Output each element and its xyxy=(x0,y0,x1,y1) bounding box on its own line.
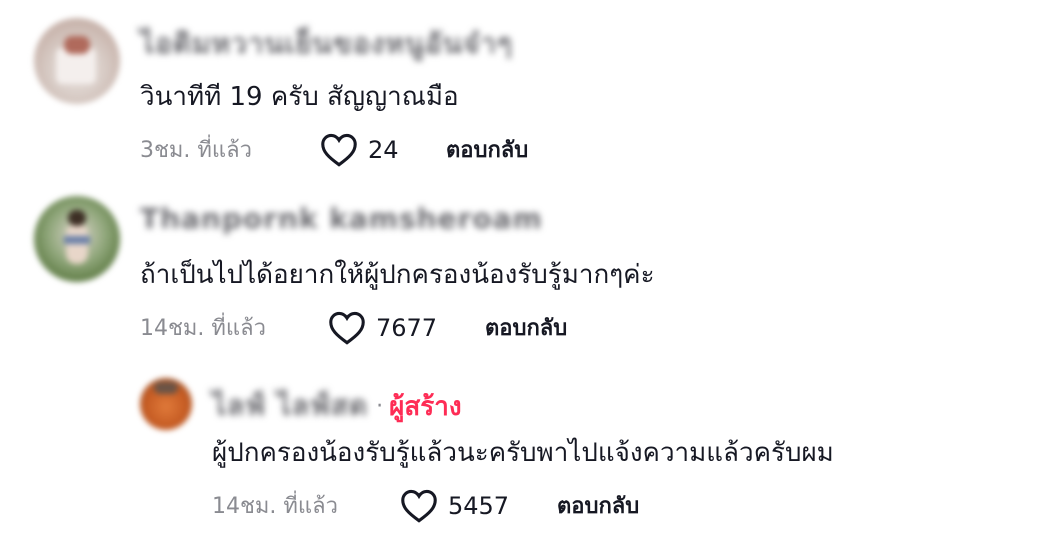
separator-dot: · xyxy=(376,393,384,419)
comment-text: ถ้าเป็นไปได้อยากให้ผู้ปกครองน้องรับรู้มา… xyxy=(140,260,655,290)
reply-button[interactable]: ตอบกลับ xyxy=(557,488,639,523)
username[interactable]: ไอติมหวานเย็นของหนูอันจ๋าๆ xyxy=(140,22,513,66)
comment-text: วินาทีที 19 ครับ สัญญาณมือ xyxy=(140,82,459,112)
reply-button[interactable]: ตอบกลับ xyxy=(446,132,528,167)
reply-time: 14ชม. ที่แล้ว xyxy=(212,494,338,519)
avatar[interactable] xyxy=(34,196,120,282)
heart-icon xyxy=(400,489,438,523)
heart-icon xyxy=(328,311,366,345)
like-count: 7677 xyxy=(376,313,438,342)
reply-button[interactable]: ตอบกลับ xyxy=(485,310,567,345)
comment-time: 14ชม. ที่แล้ว xyxy=(140,316,266,341)
like-button[interactable]: 5457 xyxy=(400,489,557,523)
avatar[interactable] xyxy=(34,18,120,104)
creator-badge: ผู้สร้าง xyxy=(389,391,462,422)
heart-icon xyxy=(320,133,358,167)
comment-meta: 14ชม. ที่แล้ว 7677 ตอบกลับ xyxy=(140,310,567,345)
comment-time: 3ชม. ที่แล้ว xyxy=(140,138,252,163)
like-count: 5457 xyxy=(448,491,510,520)
like-count: 24 xyxy=(368,135,399,164)
like-button[interactable]: 24 xyxy=(320,133,446,167)
username[interactable]: ไลฟ์ ไลฟ์สด xyxy=(212,384,368,428)
reply-text: ผู้ปกครองน้องรับรู้แล้วนะครับพาไปแจ้งควา… xyxy=(212,438,834,468)
comment-meta: 3ชม. ที่แล้ว 24 ตอบกลับ xyxy=(140,132,528,167)
avatar[interactable] xyxy=(140,378,192,430)
like-button[interactable]: 7677 xyxy=(328,311,485,345)
username[interactable]: Thanpornk kamsheroam xyxy=(140,202,543,235)
reply-header: ไลฟ์ ไลฟ์สด · ผู้สร้าง xyxy=(212,384,462,428)
comment-thread: ไอติมหวานเย็นของหนูอันจ๋าๆ วินาทีที 19 ค… xyxy=(0,0,1064,544)
reply-meta: 14ชม. ที่แล้ว 5457 ตอบกลับ xyxy=(212,488,639,523)
